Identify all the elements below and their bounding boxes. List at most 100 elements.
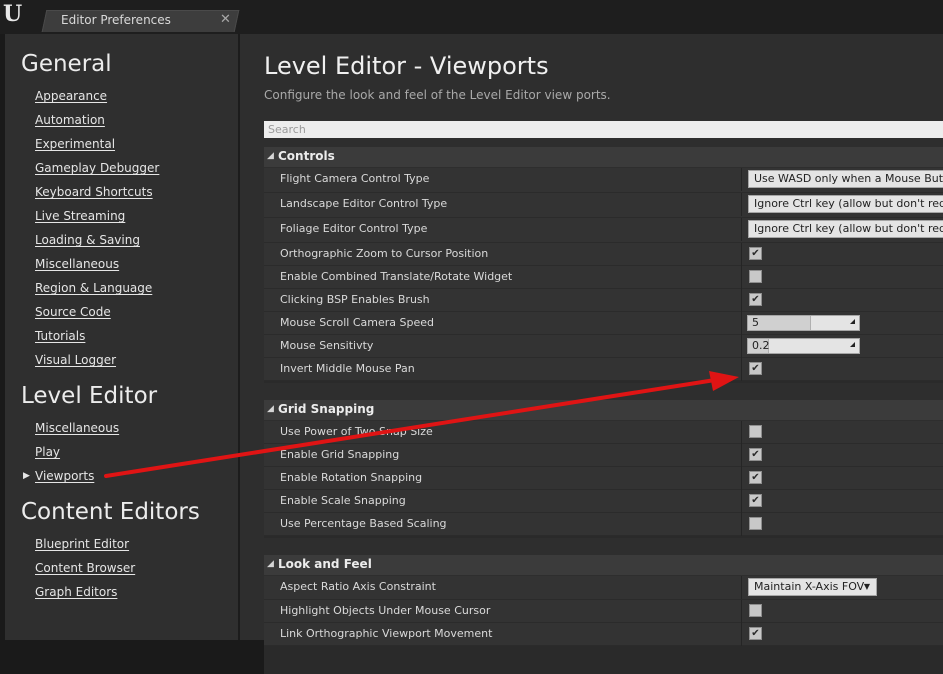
category-header-look-and-feel[interactable]: ◢ Look and Feel xyxy=(264,555,943,575)
sidebar-item-source-code[interactable]: Source Code xyxy=(35,305,111,319)
sidebar-item-automation[interactable]: Automation xyxy=(35,113,105,127)
checkbox-use-percentage-based-scaling[interactable] xyxy=(749,517,762,530)
column-splitter[interactable] xyxy=(741,243,742,266)
sidebar-item-play[interactable]: Play xyxy=(35,445,60,459)
checkbox-invert-middle-mouse-pan[interactable]: ✔ xyxy=(749,362,762,375)
column-splitter[interactable] xyxy=(741,623,742,646)
checkbox-enable-combined-translate-rotate-widget[interactable] xyxy=(749,270,762,283)
column-splitter[interactable] xyxy=(741,576,742,599)
sidebar-item-miscellaneous[interactable]: Miscellaneous xyxy=(35,421,119,435)
sidebar-heading-level-editor: Level Editor xyxy=(21,383,158,409)
column-splitter[interactable] xyxy=(741,312,742,335)
checkbox-enable-grid-snapping[interactable]: ✔ xyxy=(749,448,762,461)
property-label: Enable Scale Snapping xyxy=(280,494,406,507)
sidebar-item-visual-logger[interactable]: Visual Logger xyxy=(35,353,116,367)
dropdown-value: Maintain X-Axis FOV xyxy=(754,580,865,593)
property-row-enable-rotation-snapping: Enable Rotation Snapping ✔ xyxy=(264,467,943,490)
category-header-controls[interactable]: ◢ Controls xyxy=(264,147,943,167)
property-label: Foliage Editor Control Type xyxy=(280,222,428,235)
category-label: Look and Feel xyxy=(278,557,372,571)
sidebar-item-miscellaneous[interactable]: Miscellaneous xyxy=(35,257,119,271)
column-splitter[interactable] xyxy=(741,513,742,536)
column-splitter[interactable] xyxy=(741,490,742,513)
search-input[interactable]: Search xyxy=(264,121,943,138)
column-splitter[interactable] xyxy=(741,358,742,381)
property-label: Enable Rotation Snapping xyxy=(280,471,423,484)
property-row-enable-grid-snapping: Enable Grid Snapping ✔ xyxy=(264,444,943,467)
property-label: Flight Camera Control Type xyxy=(280,172,430,185)
sidebar-item-graph-editors[interactable]: Graph Editors xyxy=(35,585,117,599)
dropdown-flight-camera-control-type[interactable]: Use WASD only when a Mouse Button is Pre… xyxy=(748,170,943,188)
checkbox-highlight-objects-under-mouse-cursor[interactable] xyxy=(749,604,762,617)
sidebar-item-keyboard-shortcuts[interactable]: Keyboard Shortcuts xyxy=(35,185,153,199)
dropdown-aspect-ratio-axis-constraint[interactable]: Maintain X-Axis FOV ▼ xyxy=(748,578,877,596)
sidebar-item-tutorials[interactable]: Tutorials xyxy=(35,329,85,343)
checkbox-clicking-bsp-enables-brush[interactable]: ✔ xyxy=(749,293,762,306)
property-label: Landscape Editor Control Type xyxy=(280,197,448,210)
checkbox-enable-scale-snapping[interactable]: ✔ xyxy=(749,494,762,507)
column-splitter[interactable] xyxy=(741,289,742,312)
collapse-arrow-icon[interactable]: ◢ xyxy=(267,404,274,414)
numeric-spinbox-mouse-scroll-camera-speed[interactable]: 5 xyxy=(747,315,860,331)
column-splitter[interactable] xyxy=(741,266,742,289)
page-title: Level Editor - Viewports xyxy=(264,52,549,80)
close-icon[interactable]: ✕ xyxy=(220,12,231,27)
sidebar-item-blueprint-editor[interactable]: Blueprint Editor xyxy=(35,537,129,551)
column-splitter[interactable] xyxy=(741,444,742,467)
sidebar-item-viewports[interactable]: Viewports xyxy=(35,469,94,483)
dropdown-landscape-editor-control-type[interactable]: Ignore Ctrl key (allow but don't require… xyxy=(748,195,943,213)
column-splitter[interactable] xyxy=(741,335,742,358)
sidebar-item-content-browser[interactable]: Content Browser xyxy=(35,561,135,575)
tab-title[interactable]: Editor Preferences xyxy=(61,13,171,27)
sidebar-item-appearance[interactable]: Appearance xyxy=(35,89,107,103)
column-splitter[interactable] xyxy=(741,467,742,490)
checkbox-orthographic-zoom-to-cursor-position[interactable]: ✔ xyxy=(749,247,762,260)
collapse-arrow-icon[interactable]: ◢ xyxy=(267,151,274,161)
sidebar-item-region-language[interactable]: Region & Language xyxy=(35,281,152,295)
selected-arrow-icon: ▶ xyxy=(23,471,30,481)
property-label: Invert Middle Mouse Pan xyxy=(280,362,415,375)
dropdown-value: Ignore Ctrl key (allow but don't require… xyxy=(754,197,943,210)
checkbox-enable-rotation-snapping[interactable]: ✔ xyxy=(749,471,762,484)
property-label: Enable Combined Translate/Rotate Widget xyxy=(280,270,513,283)
column-splitter[interactable] xyxy=(741,600,742,623)
property-row-enable-combined-translate-rotate-widget: Enable Combined Translate/Rotate Widget xyxy=(264,266,943,289)
checkbox-link-orthographic-viewport-movement[interactable]: ✔ xyxy=(749,627,762,640)
sidebar-item-gameplay-debugger[interactable]: Gameplay Debugger xyxy=(35,161,159,175)
column-splitter[interactable] xyxy=(741,193,742,216)
property-label: Clicking BSP Enables Brush xyxy=(280,293,430,306)
chevron-down-icon: ▼ xyxy=(863,582,870,591)
column-splitter[interactable] xyxy=(741,421,742,444)
property-row-orthographic-zoom-to-cursor-position: Orthographic Zoom to Cursor Position ✔ xyxy=(264,243,943,266)
property-row-mouse-sensitivty: Mouse Sensitivty 0.2 xyxy=(264,335,943,358)
dropdown-foliage-editor-control-type[interactable]: Ignore Ctrl key (allow but don't require… xyxy=(748,220,943,238)
unreal-logo-icon: U xyxy=(3,1,23,27)
property-row-invert-middle-mouse-pan: Invert Middle Mouse Pan ✔ xyxy=(264,358,943,381)
numeric-spinbox-mouse-sensitivty[interactable]: 0.2 xyxy=(747,338,860,354)
spinbox-value: 0.2 xyxy=(752,339,770,352)
dropdown-value: Use WASD only when a Mouse Button is Pre… xyxy=(754,172,943,185)
sidebar-item-live-streaming[interactable]: Live Streaming xyxy=(35,209,125,223)
collapse-arrow-icon[interactable]: ◢ xyxy=(267,559,274,569)
resize-handle-icon[interactable] xyxy=(850,319,855,324)
dropdown-value: Ignore Ctrl key (allow but don't require… xyxy=(754,222,943,235)
column-splitter[interactable] xyxy=(741,218,742,241)
category-label: Controls xyxy=(278,149,335,163)
property-row-foliage-editor-control-type: Foliage Editor Control Type Ignore Ctrl k… xyxy=(264,218,943,243)
column-splitter[interactable] xyxy=(741,168,742,191)
property-label: Highlight Objects Under Mouse Cursor xyxy=(280,604,491,617)
property-label: Use Power of Two Snap Size xyxy=(280,425,433,438)
sidebar-item-loading-saving[interactable]: Loading & Saving xyxy=(35,233,140,247)
sidebar-item-experimental[interactable]: Experimental xyxy=(35,137,115,151)
category-label: Grid Snapping xyxy=(278,402,375,416)
category-spacer xyxy=(264,646,943,674)
checkbox-use-power-of-two-snap-size[interactable] xyxy=(749,425,762,438)
property-row-clicking-bsp-enables-brush: Clicking BSP Enables Brush ✔ xyxy=(264,289,943,312)
property-row-flight-camera-control-type: Flight Camera Control Type Use WASD only … xyxy=(264,168,943,193)
property-label: Use Percentage Based Scaling xyxy=(280,517,447,530)
category-header-grid-snapping[interactable]: ◢ Grid Snapping xyxy=(264,400,943,420)
resize-handle-icon[interactable] xyxy=(850,342,855,347)
property-row-highlight-objects-under-mouse-cursor: Highlight Objects Under Mouse Cursor xyxy=(264,600,943,623)
property-row-landscape-editor-control-type: Landscape Editor Control Type Ignore Ctrl… xyxy=(264,193,943,218)
title-bar: U Editor Preferences ✕ xyxy=(0,0,943,34)
